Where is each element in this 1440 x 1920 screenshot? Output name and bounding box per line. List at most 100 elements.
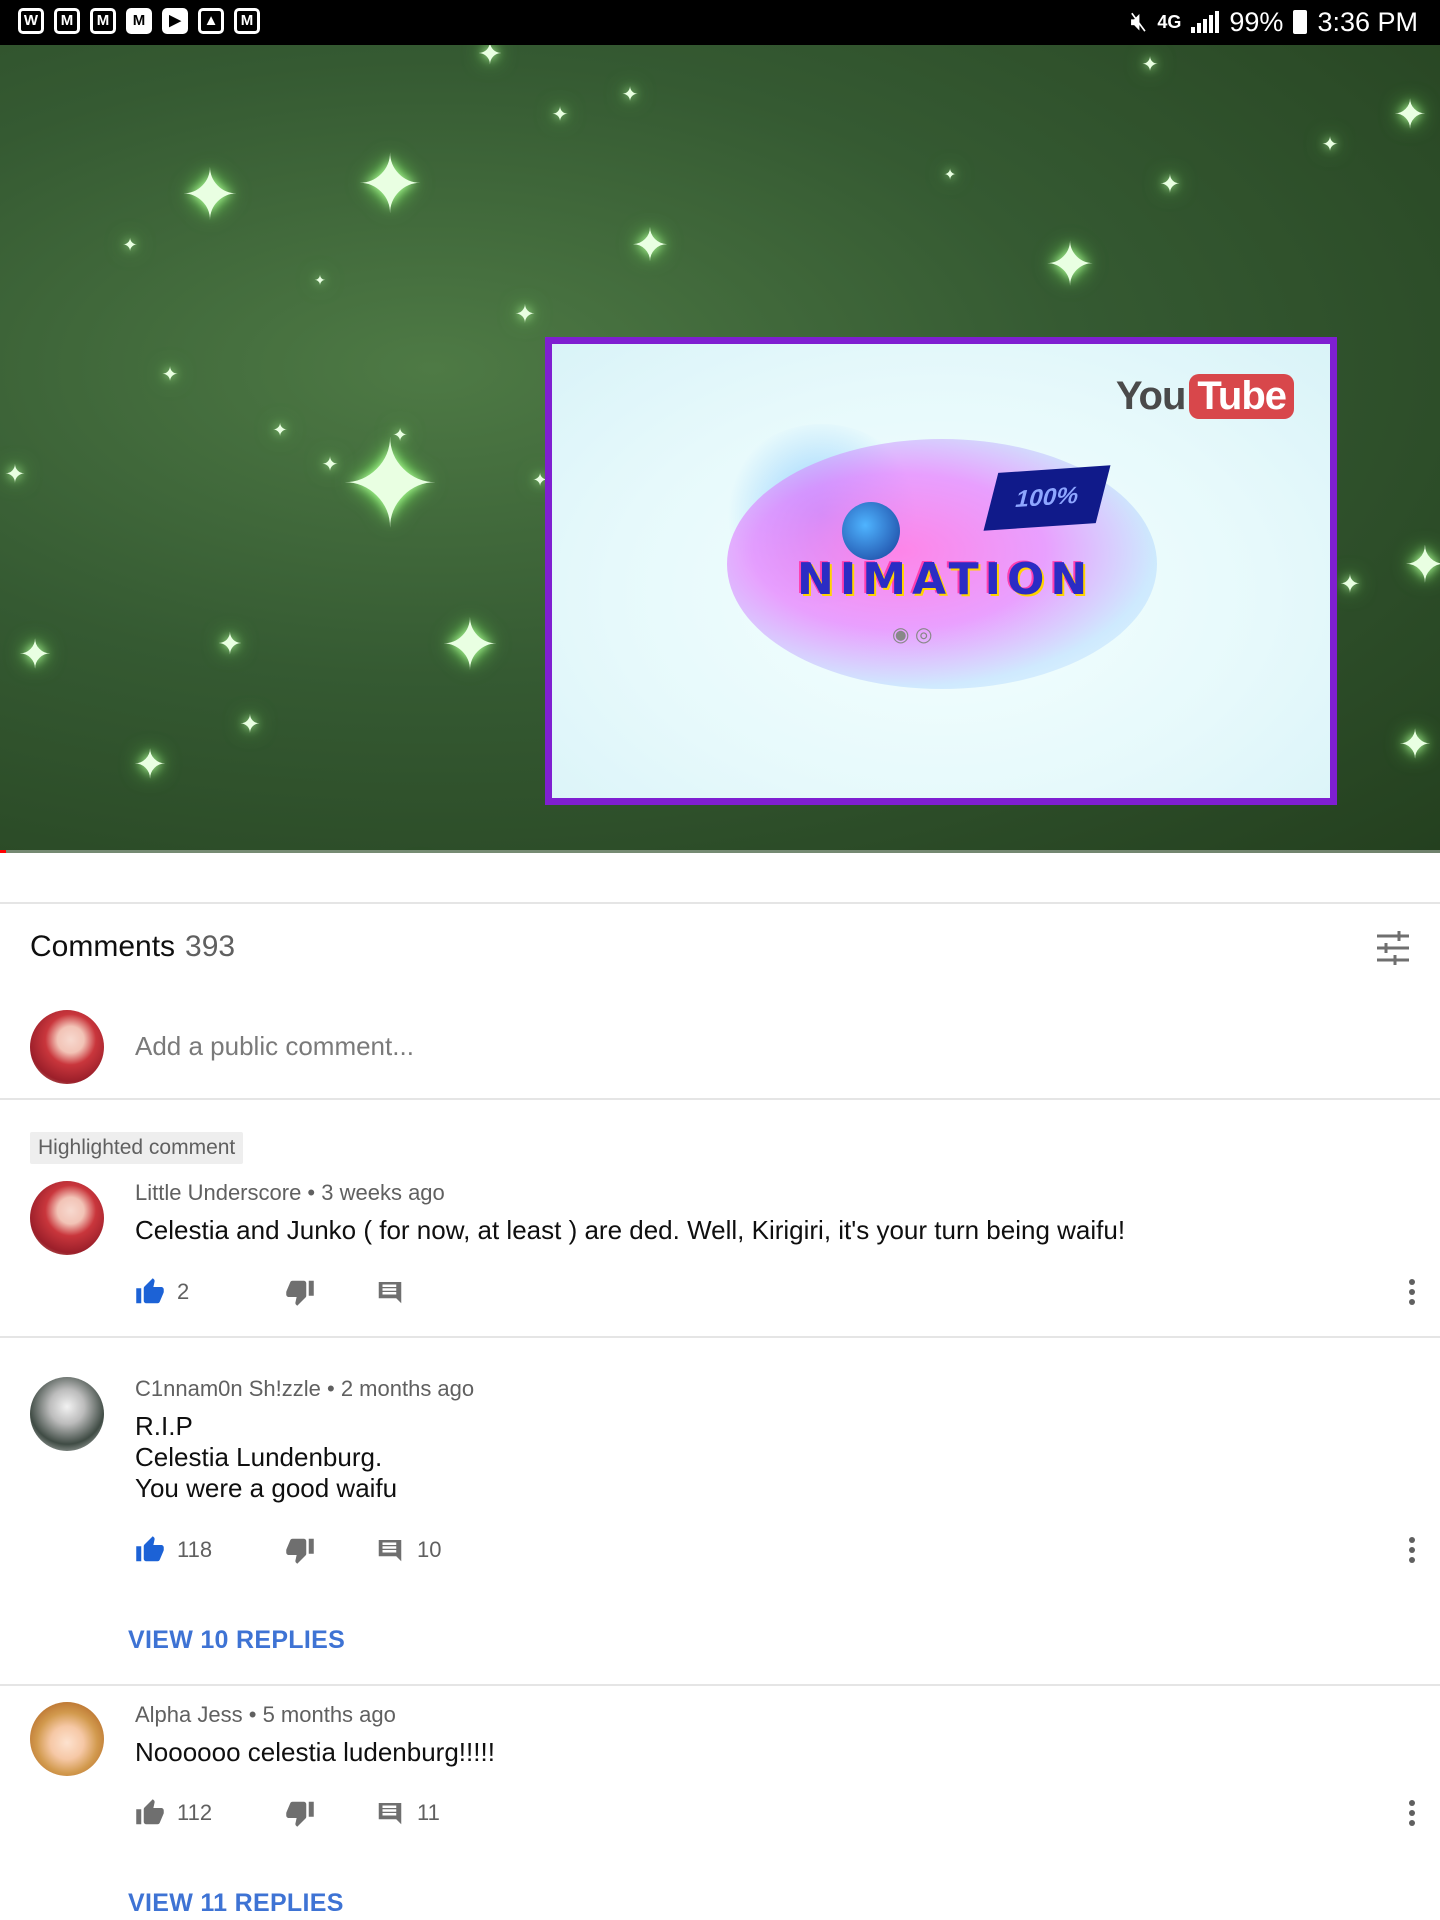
sparkle-star: ✦	[1393, 93, 1427, 137]
notification-icons: W M M M ▶ ▲ M	[18, 8, 260, 34]
comment-text: Noooooo celestia ludenburg!!!!!	[135, 1737, 495, 1767]
highlighted-comment-badge: Highlighted comment	[30, 1132, 244, 1164]
thumbs-up-icon	[136, 1278, 164, 1304]
mute-icon: 🔇︎	[1130, 6, 1148, 36]
mail-icon: M	[90, 8, 116, 34]
thumbs-down-icon	[286, 1280, 314, 1306]
sparkle-star: ✦	[392, 425, 408, 445]
sparkle-star: ✦	[440, 606, 500, 684]
more-options-icon[interactable]	[1400, 1532, 1424, 1568]
reply-button[interactable]	[375, 1277, 535, 1307]
reply-count: 10	[417, 1537, 442, 1562]
thumbs-up-icon	[136, 1799, 164, 1825]
like-count: 118	[177, 1537, 213, 1562]
comment-text-line: You were a good waifu	[135, 1473, 398, 1503]
video-player[interactable]: ✦✦✦✦✦✦✦✦✦✦✦✦✦✦✦✦✦✦✦✦✦✦✦✦✦✦✦✦✦✦✦✦ You Tub…	[0, 45, 1440, 853]
thumbs-down-icon	[286, 1538, 314, 1564]
comment-text: Celestia and Junko ( for now, at least )…	[135, 1215, 1126, 1245]
inset-title: NIMATION	[797, 554, 1094, 605]
sparkle-star: ✦	[18, 633, 52, 677]
sparkle-star: ✦	[4, 460, 26, 489]
sparkle-star: ✦	[1159, 170, 1181, 199]
reply-count: 11	[417, 1800, 440, 1825]
dislike-button[interactable]	[285, 1798, 375, 1828]
sparkle-star: ✦	[477, 45, 503, 71]
sparkle-star: ✦	[514, 300, 536, 329]
more-options-icon[interactable]	[1400, 1795, 1424, 1831]
sparkle-star: ✦	[1404, 537, 1440, 593]
sparkle-star: ✦	[239, 710, 261, 739]
comment-time: 5 months ago	[262, 1702, 396, 1727]
sparkle-star: ✦	[943, 166, 957, 184]
comment-time: 2 months ago	[340, 1376, 475, 1401]
divider	[0, 902, 1440, 904]
sparkle-star: ✦	[1141, 54, 1159, 76]
more-options-icon[interactable]	[1400, 1274, 1424, 1310]
comment-author[interactable]: C1nnam0n Sh!zzle	[135, 1376, 321, 1401]
comment-meta: Alpha Jess • 5 months ago	[135, 1702, 396, 1727]
sparkle-star: ✦	[551, 104, 569, 126]
status-right: 🔇︎ 4G 99% 3:36 PM	[1130, 6, 1418, 38]
mail-icon: M	[54, 8, 80, 34]
comment-time: 3 weeks ago	[321, 1180, 445, 1205]
reply-comment-icon	[378, 1540, 402, 1562]
sparkle-star: ✦	[339, 418, 441, 552]
like-button[interactable]: 118	[135, 1535, 285, 1565]
comment-avatar[interactable]	[30, 1702, 104, 1776]
comment-text-line: Celestia Lundenburg.	[135, 1442, 383, 1472]
reply-button[interactable]: 11	[375, 1798, 535, 1828]
youtube-logo: You Tube	[1116, 374, 1294, 419]
view-replies-link[interactable]: VIEW 11 REPLIES	[128, 1889, 344, 1918]
sparkle-star: ✦	[217, 628, 243, 661]
divider	[0, 1684, 1440, 1686]
comment-author[interactable]: Alpha Jess	[135, 1702, 243, 1727]
sort-filter-icon[interactable]	[1375, 930, 1411, 966]
inset-badge: 100%	[983, 465, 1111, 531]
comments-count: 393	[185, 930, 236, 963]
dislike-button[interactable]	[285, 1277, 375, 1307]
sparkle-star: ✦	[1321, 134, 1339, 156]
comment-text-line: R.I.P	[135, 1411, 193, 1441]
inset-ball	[842, 502, 900, 560]
comment-text: R.I.P Celestia Lundenburg. You were a go…	[135, 1411, 397, 1504]
like-button[interactable]: 112	[135, 1798, 285, 1828]
network-type: 4G	[1157, 11, 1182, 32]
reply-comment-icon	[378, 1282, 402, 1304]
sparkle-star: ✦	[180, 156, 240, 234]
sparkle-star: ✦	[122, 235, 138, 255]
status-bar: W M M M ▶ ▲ M 🔇︎ 4G 99% 3:36 PM	[0, 0, 1440, 45]
youtube-notification-icon: ▶	[162, 8, 188, 34]
divider	[0, 1336, 1440, 1338]
sparkle-star: ✦	[272, 420, 288, 440]
battery-percent: 99%	[1229, 6, 1284, 37]
sparkle-star: ✦	[1339, 570, 1361, 599]
sparkle-star: ✦	[1044, 231, 1096, 298]
reply-comment-icon	[378, 1803, 402, 1825]
comment-actions: 2	[135, 1274, 535, 1310]
sparkle-star: ✦	[621, 84, 639, 106]
add-comment-input[interactable]: Add a public comment...	[135, 1031, 414, 1062]
comment-author[interactable]: Little Underscore	[135, 1180, 301, 1205]
view-replies-link[interactable]: VIEW 10 REPLIES	[128, 1626, 345, 1655]
like-count: 112	[177, 1800, 213, 1825]
like-count: 2	[177, 1279, 190, 1304]
app-notification-icon: W	[18, 8, 44, 34]
comment-actions: 118 10	[135, 1532, 535, 1568]
user-avatar[interactable]	[30, 1010, 104, 1084]
signal-icon	[1191, 11, 1220, 33]
comment-avatar[interactable]	[30, 1181, 104, 1255]
video-progress-bar[interactable]	[0, 850, 1440, 853]
comment-avatar[interactable]	[30, 1377, 104, 1451]
dislike-button[interactable]	[285, 1535, 375, 1565]
reply-button[interactable]: 10	[375, 1535, 535, 1565]
video-inset-frame: You Tube 100% NIMATION ◉ ◎	[545, 337, 1337, 805]
sparkle-star: ✦	[631, 219, 669, 271]
comment-meta: Little Underscore • 3 weeks ago	[135, 1180, 445, 1205]
gmail-icon: M	[126, 8, 152, 34]
like-button[interactable]: 2	[135, 1277, 285, 1307]
sparkle-star: ✦	[356, 140, 424, 229]
mail-icon: M	[234, 8, 260, 34]
comments-title: Comments	[30, 930, 176, 963]
sparkle-star: ✦	[321, 454, 339, 476]
video-progress-played	[0, 850, 6, 853]
